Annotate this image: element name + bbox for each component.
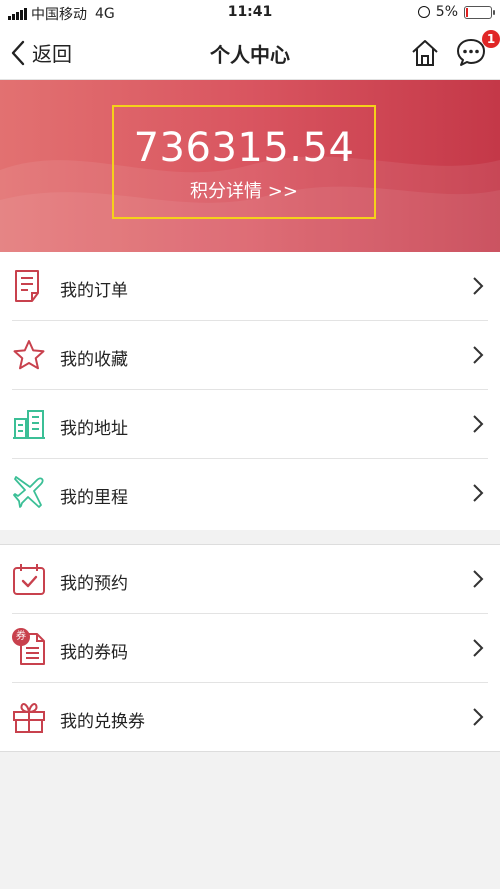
- status-bar: 中国移动 4G 11:41 5%: [0, 0, 500, 26]
- menu-item-exchange-vouchers[interactable]: 我的兑换券: [0, 683, 500, 752]
- menu-item-reservations[interactable]: 我的预约: [0, 545, 500, 614]
- message-badge: 1: [482, 30, 500, 48]
- battery-percent: 5%: [435, 4, 458, 20]
- order-icon: [15, 270, 39, 302]
- chevron-right-icon: [473, 570, 484, 588]
- plane-icon: [13, 476, 44, 508]
- menu-label: 我的预约: [60, 574, 128, 594]
- building-icon: [13, 410, 45, 439]
- chevron-right-icon: [473, 346, 484, 364]
- chevron-right-icon: [473, 639, 484, 657]
- chevron-right-icon: [473, 277, 484, 295]
- calendar-check-icon: [13, 564, 45, 595]
- points-value: 736315.54: [133, 125, 355, 171]
- star-icon: [13, 340, 45, 370]
- menu-label: 我的兑换券: [60, 712, 145, 732]
- menu-item-orders[interactable]: 我的订单: [0, 252, 500, 321]
- chevron-right-icon: [473, 484, 484, 502]
- chevron-right-icon: [473, 708, 484, 726]
- menu-group-secondary: 我的预约 券 我的券码 我的兑换券: [0, 544, 500, 752]
- menu-group-primary: 我的订单 我的收藏 我的地址 我的里程: [0, 252, 500, 530]
- menu-label: 我的券码: [60, 643, 128, 663]
- coupon-tag: 券: [12, 628, 30, 646]
- status-right: 5%: [417, 4, 495, 20]
- points-detail-link[interactable]: 积分详情 >>: [114, 177, 374, 203]
- menu-label: 我的里程: [60, 488, 128, 508]
- nav-bar: 返回 个人中心: [0, 26, 500, 80]
- gift-icon: [13, 703, 45, 733]
- rotation-lock-icon: [417, 6, 430, 18]
- points-banner: 736315.54 积分详情 >>: [0, 80, 500, 252]
- menu-item-address[interactable]: 我的地址: [0, 390, 500, 459]
- points-summary[interactable]: 736315.54 积分详情 >>: [112, 105, 376, 219]
- home-icon[interactable]: [410, 38, 440, 68]
- menu-label: 我的地址: [60, 419, 128, 439]
- menu-label: 我的订单: [60, 281, 128, 301]
- menu-item-coupon-codes[interactable]: 券 我的券码: [0, 614, 500, 683]
- battery-icon: [464, 5, 495, 19]
- menu-item-mileage[interactable]: 我的里程: [0, 459, 500, 528]
- menu-label: 我的收藏: [60, 350, 128, 370]
- menu-item-favorites[interactable]: 我的收藏: [0, 321, 500, 390]
- chevron-right-icon: [473, 415, 484, 433]
